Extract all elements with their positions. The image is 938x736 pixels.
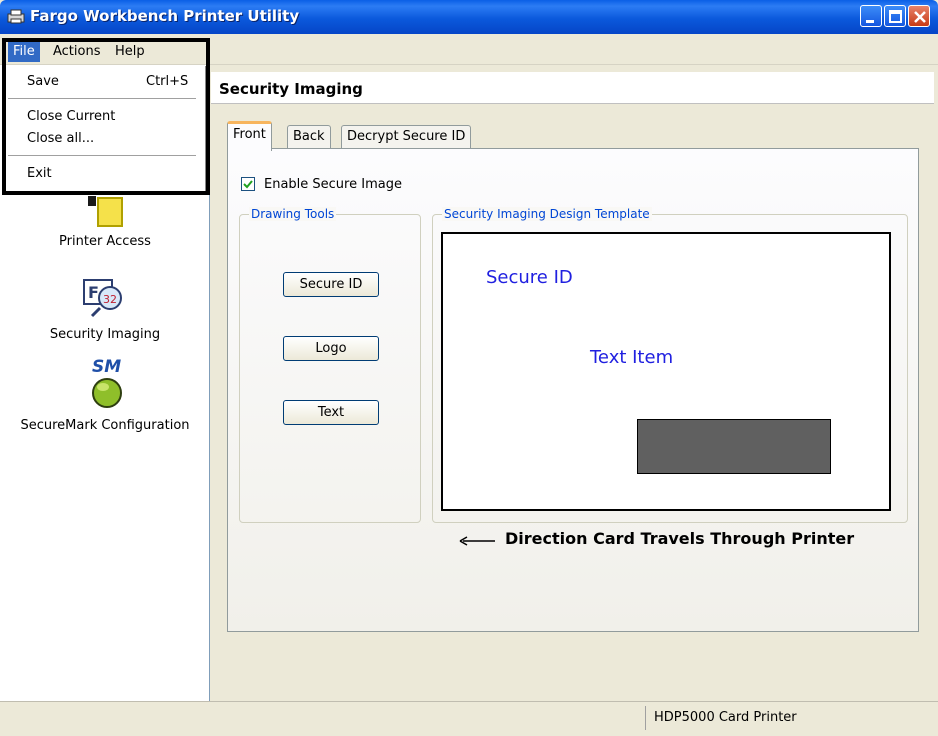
- maximize-button[interactable]: [884, 5, 906, 27]
- tab-back[interactable]: Back: [287, 125, 331, 149]
- lock-icon: [88, 196, 123, 227]
- menu-help[interactable]: Help: [110, 42, 150, 62]
- close-icon: [914, 11, 926, 23]
- minimize-icon: [866, 20, 874, 23]
- status-printer-name: HDP5000 Card Printer: [645, 706, 931, 730]
- close-button[interactable]: [908, 5, 930, 27]
- secure-id-button[interactable]: Secure ID: [283, 272, 379, 297]
- printer-app-icon: [7, 9, 25, 24]
- page-title: Security Imaging: [219, 80, 363, 98]
- text-button[interactable]: Text: [283, 400, 379, 425]
- menu-item-save-shortcut: Ctrl+S: [146, 74, 189, 89]
- window-title: Fargo Workbench Printer Utility: [30, 7, 300, 25]
- maximize-icon: [889, 10, 902, 23]
- menu-item-save[interactable]: Save: [27, 74, 59, 89]
- minimize-button[interactable]: [860, 5, 882, 27]
- drawing-tools-legend: Drawing Tools: [249, 207, 337, 221]
- securemark-logo-text: SM: [92, 357, 122, 377]
- content-header: Security Imaging: [211, 72, 934, 104]
- menu-separator: [8, 98, 196, 99]
- tab-front[interactable]: Front: [227, 121, 272, 151]
- template-secure-id-item[interactable]: Secure ID: [486, 267, 573, 288]
- svg-text:F: F: [88, 283, 99, 302]
- svg-text:32: 32: [103, 293, 117, 306]
- tab-decrypt-secure-id[interactable]: Decrypt Secure ID: [341, 125, 472, 149]
- logo-button[interactable]: Logo: [283, 336, 379, 361]
- drawing-tools-group: [239, 214, 421, 523]
- sidebar-item-printer-access[interactable]: Printer Access: [0, 234, 210, 249]
- security-imaging-icon: F 32: [83, 279, 122, 318]
- template-logo-placeholder[interactable]: [637, 419, 831, 474]
- checkmark-icon: [243, 180, 253, 189]
- template-text-item[interactable]: Text Item: [590, 347, 673, 368]
- title-bar[interactable]: Fargo Workbench Printer Utility: [0, 0, 938, 34]
- left-arrow-icon: [459, 536, 495, 546]
- menu-item-close-all[interactable]: Close all...: [27, 131, 94, 146]
- sidebar-item-security-imaging[interactable]: Security Imaging: [0, 327, 210, 342]
- menu-separator: [8, 155, 196, 156]
- enable-secure-image-checkbox[interactable]: [241, 177, 255, 191]
- menu-item-exit[interactable]: Exit: [27, 166, 52, 181]
- sidebar-item-securemark-configuration[interactable]: SecureMark Configuration: [0, 418, 210, 433]
- menu-file[interactable]: File: [8, 42, 40, 62]
- direction-label: Direction Card Travels Through Printer: [505, 529, 855, 548]
- menu-actions[interactable]: Actions: [48, 42, 106, 62]
- securemark-icon: [92, 378, 122, 408]
- menu-item-close-current[interactable]: Close Current: [27, 109, 115, 124]
- design-template-legend: Security Imaging Design Template: [442, 207, 652, 221]
- enable-secure-image-label: Enable Secure Image: [264, 177, 402, 192]
